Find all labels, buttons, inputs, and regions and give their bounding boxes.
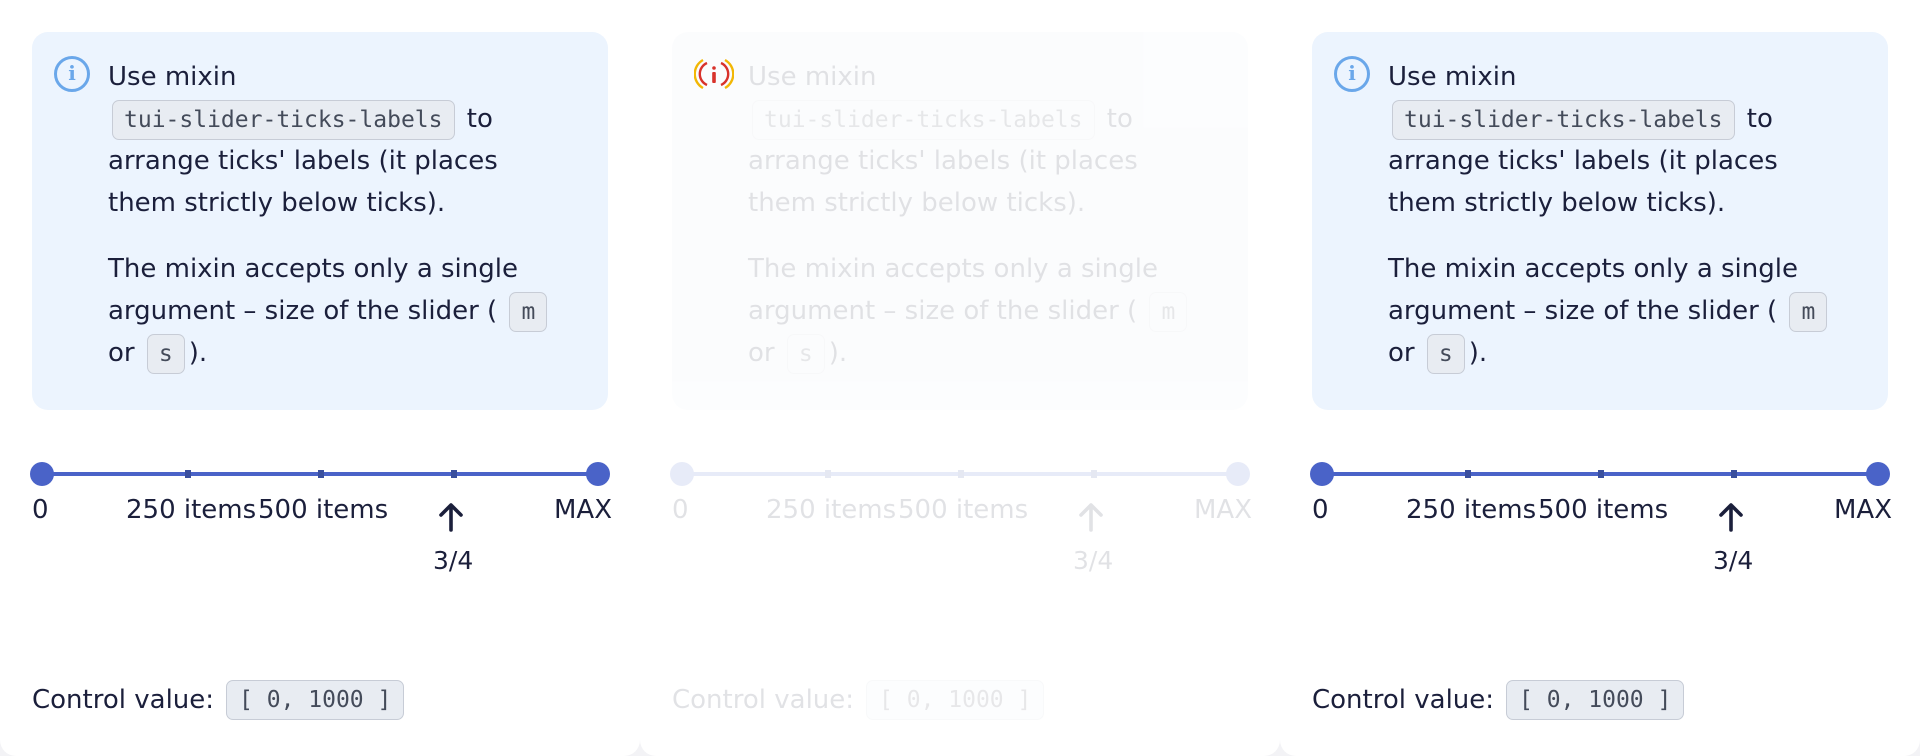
notice-or: or — [748, 338, 775, 368]
control-value-label: Control value: — [672, 685, 855, 715]
slider-track[interactable] — [42, 470, 598, 478]
notice-line2-prefix: The mixin accepts only a single argument… — [108, 254, 518, 326]
slider-thumb-start[interactable] — [1310, 462, 1334, 486]
tick-label-500: 500 items — [898, 495, 1029, 525]
slider-tick — [1465, 470, 1471, 478]
control-value-code: [ 0, 1000 ] — [1506, 680, 1685, 720]
control-value-row: Control value: [ 0, 1000 ] — [32, 680, 408, 720]
slider-thumb-end[interactable] — [1866, 462, 1890, 486]
size-s-code: s — [786, 333, 825, 374]
demo-panel-disabled: Use mixin tui-slider-ticks-labels to arr… — [640, 0, 1280, 756]
slider-tick — [1091, 470, 1097, 478]
control-value-code: [ 0, 1000 ] — [866, 680, 1045, 720]
control-value-label: Control value: — [1312, 685, 1495, 715]
notice-line2-suffix: ). — [1468, 338, 1488, 368]
notice-or: or — [1388, 338, 1415, 368]
info-icon: i — [54, 56, 90, 92]
demo-canvas: i Use mixin tui-slider-ticks-labels to a… — [0, 0, 1920, 756]
slider-tick — [1731, 470, 1737, 478]
slider-tick — [451, 470, 457, 478]
notice-or: or — [108, 338, 135, 368]
info-icon: i — [1334, 56, 1370, 92]
size-m-code: m — [1149, 291, 1188, 332]
notice-line2-prefix: The mixin accepts only a single argument… — [1388, 254, 1798, 326]
demo-panel: i Use mixin tui-slider-ticks-labels to a… — [0, 0, 640, 756]
notice-line2-suffix: ). — [188, 338, 208, 368]
control-value-code: [ 0, 1000 ] — [226, 680, 405, 720]
tick-label-500: 500 items — [258, 495, 389, 525]
notice-line1: Use mixin — [1388, 62, 1517, 92]
slider-thumb-start[interactable] — [30, 462, 54, 486]
slider-tick — [958, 470, 964, 478]
mixin-code: tui-slider-ticks-labels — [1392, 99, 1735, 140]
tick-label-250: 250 items — [126, 495, 257, 525]
notice-box: i Use mixin tui-slider-ticks-labels to a… — [1312, 32, 1888, 410]
slider-thumb-start — [670, 462, 694, 486]
slider-tick — [318, 470, 324, 478]
tick-label-max: MAX — [1194, 495, 1253, 525]
control-value-label: Control value: — [32, 685, 215, 715]
size-s-code: s — [146, 333, 185, 374]
mixin-code: tui-slider-ticks-labels — [112, 99, 455, 140]
size-m-code: m — [1789, 291, 1828, 332]
notice-box: Use mixin tui-slider-ticks-labels to arr… — [672, 32, 1248, 410]
arrow-up-icon — [1719, 503, 1743, 532]
slider-tick — [1598, 470, 1604, 478]
tick-label-250: 250 items — [1406, 495, 1537, 525]
tick-label-three-quarters: 3/4 — [1713, 546, 1754, 575]
slider-tick — [185, 470, 191, 478]
slider-thumb-end[interactable] — [586, 462, 610, 486]
demo-panel: i Use mixin tui-slider-ticks-labels to a… — [1280, 0, 1920, 756]
arrow-up-icon — [439, 503, 463, 532]
tick-label-0: 0 — [672, 495, 689, 525]
tick-label-500: 500 items — [1538, 495, 1669, 525]
mixin-code: tui-slider-ticks-labels — [752, 99, 1095, 140]
slider-tick — [825, 470, 831, 478]
tick-label-250: 250 items — [766, 495, 897, 525]
notice-line1: Use mixin — [748, 62, 877, 92]
arrow-up-icon — [1079, 503, 1103, 532]
control-value-row: Control value: [ 0, 1000 ] — [1312, 680, 1688, 720]
control-value-row: Control value: [ 0, 1000 ] — [672, 680, 1048, 720]
tick-label-three-quarters: 3/4 — [433, 546, 474, 575]
tick-label-0: 0 — [1312, 495, 1329, 525]
tick-label-three-quarters: 3/4 — [1073, 546, 1114, 575]
tick-label-0: 0 — [32, 495, 49, 525]
slider-thumb-end — [1226, 462, 1250, 486]
slider-track — [682, 470, 1238, 478]
tick-label-max: MAX — [1834, 495, 1893, 525]
notice-line1: Use mixin — [108, 62, 237, 92]
disabled-info-icon — [694, 58, 734, 90]
size-m-code: m — [509, 291, 548, 332]
notice-line2-suffix: ). — [828, 338, 848, 368]
notice-box: i Use mixin tui-slider-ticks-labels to a… — [32, 32, 608, 410]
size-s-code: s — [1426, 333, 1465, 374]
tick-label-max: MAX — [554, 495, 613, 525]
slider-track[interactable] — [1322, 470, 1878, 478]
notice-line2-prefix: The mixin accepts only a single argument… — [748, 254, 1158, 326]
